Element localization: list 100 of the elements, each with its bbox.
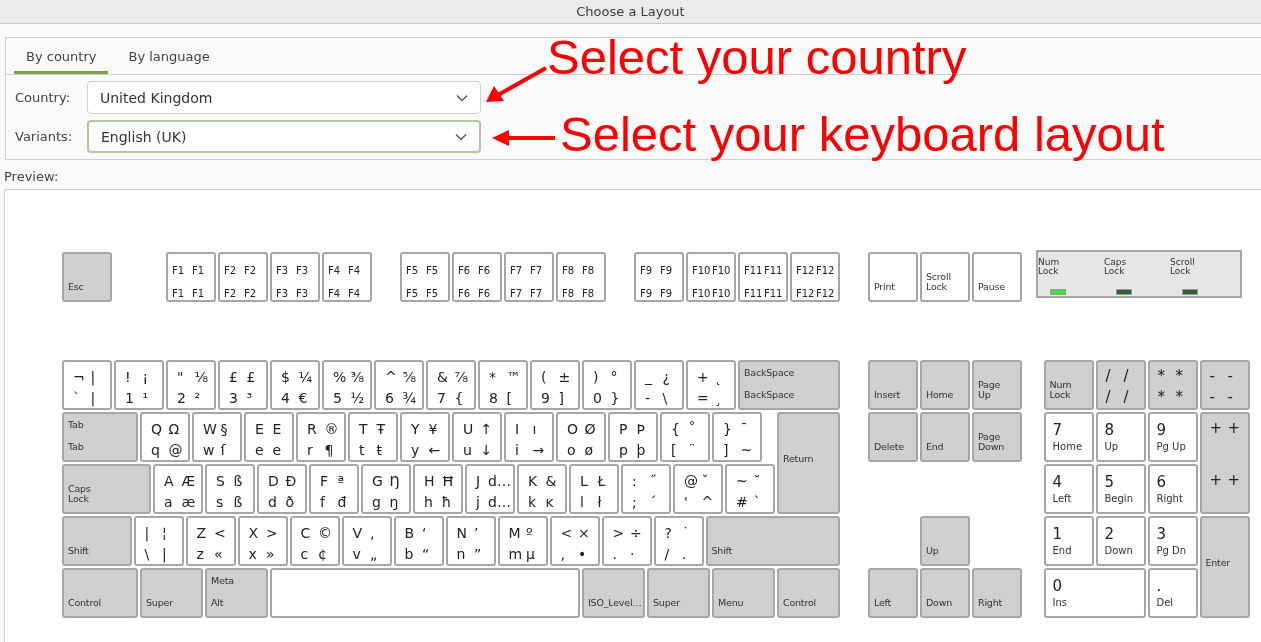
key-legend: F3: [276, 260, 296, 283]
key-legend: →: [532, 440, 550, 460]
key-legend: 5: [1104, 472, 1138, 492]
key-legend: Super: [146, 598, 173, 608]
key-legend: Ø: [584, 419, 602, 440]
key-legend: V: [352, 523, 370, 544]
key-legend: ;: [632, 492, 650, 512]
key-legend: /: [664, 544, 682, 564]
chevron-down-icon: [456, 93, 468, 102]
tab[interactable]: By language: [116, 38, 222, 74]
key-legend: i: [515, 440, 533, 460]
key-legend: F2: [224, 260, 244, 283]
key-legend: .: [612, 544, 630, 564]
key-legend: ·: [630, 544, 648, 564]
key-legend: F11: [744, 260, 764, 283]
key-legend: 6: [385, 388, 403, 408]
key-legend: Pause: [978, 282, 1005, 292]
chevron-down-icon: [455, 132, 467, 141]
indicator-label: Scroll Lock: [1170, 258, 1195, 276]
key-legend: ↑: [480, 419, 498, 440]
key-legend: F6: [478, 260, 498, 283]
dropdown[interactable]: United Kingdom: [87, 81, 481, 114]
key-legend: ": [177, 367, 195, 388]
key-legend: ſ: [220, 440, 238, 460]
annotation-text: Select your keyboard layout: [560, 108, 1165, 160]
key-legend: [: [506, 388, 524, 408]
key-legend: /: [1123, 366, 1142, 387]
key-legend: F1: [192, 283, 212, 300]
key-legend: ’: [474, 523, 492, 544]
field-label: Country:: [15, 90, 72, 105]
dropdown[interactable]: English (UK): [87, 120, 481, 153]
key-legend: E: [255, 419, 273, 440]
key-legend: X: [248, 523, 266, 544]
key-legend: Begin: [1104, 492, 1138, 506]
key-legend: ¯: [740, 419, 758, 440]
key-legend: ÷: [630, 523, 648, 544]
key-legend: Tab: [68, 442, 84, 452]
key-legend: ‘: [422, 523, 440, 544]
key-legend: ↓: [480, 440, 498, 460]
indicator-label: Caps Lock: [1104, 258, 1127, 276]
key-legend: ŋ: [389, 492, 407, 512]
key-legend: “: [422, 544, 440, 564]
key-legend: Meta: [211, 576, 234, 586]
key-legend: d: [268, 492, 286, 512]
key-legend: F9: [660, 260, 680, 283]
key-legend: ¶: [324, 440, 342, 460]
key-legend: M: [508, 523, 526, 544]
key-legend: F7: [530, 283, 550, 300]
key-legend: F9: [640, 260, 660, 283]
key-legend: F3: [296, 260, 316, 283]
key-legend: F5: [426, 283, 446, 300]
key-legend: r: [307, 440, 325, 460]
key-legend: ²: [194, 388, 212, 408]
key-legend: Ł: [597, 471, 615, 492]
key-legend: ¾: [402, 388, 420, 408]
key-legend: z: [196, 544, 214, 564]
key-legend: ^: [701, 492, 719, 512]
key-legend: o: [567, 440, 585, 460]
key-legend: /: [1105, 366, 1124, 387]
key-legend: ð: [285, 492, 303, 512]
key-legend: I: [515, 419, 533, 440]
key-legend: <: [214, 523, 232, 544]
key-legend: {: [671, 419, 689, 440]
key-legend: þ: [636, 440, 654, 460]
key-legend: E: [272, 419, 290, 440]
key-legend: Home: [926, 390, 954, 400]
tab[interactable]: By country: [14, 38, 109, 74]
key-legend: |: [90, 367, 108, 388]
key-legend: Æ: [181, 471, 199, 492]
key-legend: Right: [1156, 492, 1190, 506]
key-legend: F5: [406, 283, 426, 300]
key-legend: BackSpace: [744, 368, 795, 378]
key-legend: F11: [764, 260, 784, 283]
key-legend: Home: [1052, 440, 1086, 454]
key-legend: n: [456, 544, 474, 564]
key-legend: Ð: [285, 471, 303, 492]
key-legend: *: [1175, 366, 1194, 387]
key-legend: Control: [68, 598, 101, 608]
key-legend: +: [1227, 470, 1246, 491]
key-legend: ¿: [662, 367, 680, 388]
key-legend: «: [214, 544, 232, 564]
key-legend: ]: [723, 440, 741, 460]
key-legend: F8: [562, 260, 582, 283]
key-legend: Þ: [636, 419, 654, 440]
key-legend: ´: [649, 492, 667, 512]
key-legend: K: [528, 471, 546, 492]
key-legend: Del: [1156, 596, 1190, 610]
key-legend: B: [404, 523, 422, 544]
key-legend: h: [424, 492, 442, 512]
key-legend: Num Lock: [1049, 380, 1072, 400]
key-legend: Y: [411, 419, 429, 440]
key-legend: F12: [796, 283, 816, 300]
key-legend: F12: [816, 283, 836, 300]
key-legend: Ŋ: [389, 471, 407, 492]
key-legend: >: [612, 523, 630, 544]
key-legend: Scroll Lock: [926, 272, 951, 292]
key-legend: (: [541, 367, 559, 388]
key-legend: £: [246, 367, 264, 388]
key-legend: #: [736, 492, 754, 512]
key-legend: *: [1157, 366, 1176, 387]
